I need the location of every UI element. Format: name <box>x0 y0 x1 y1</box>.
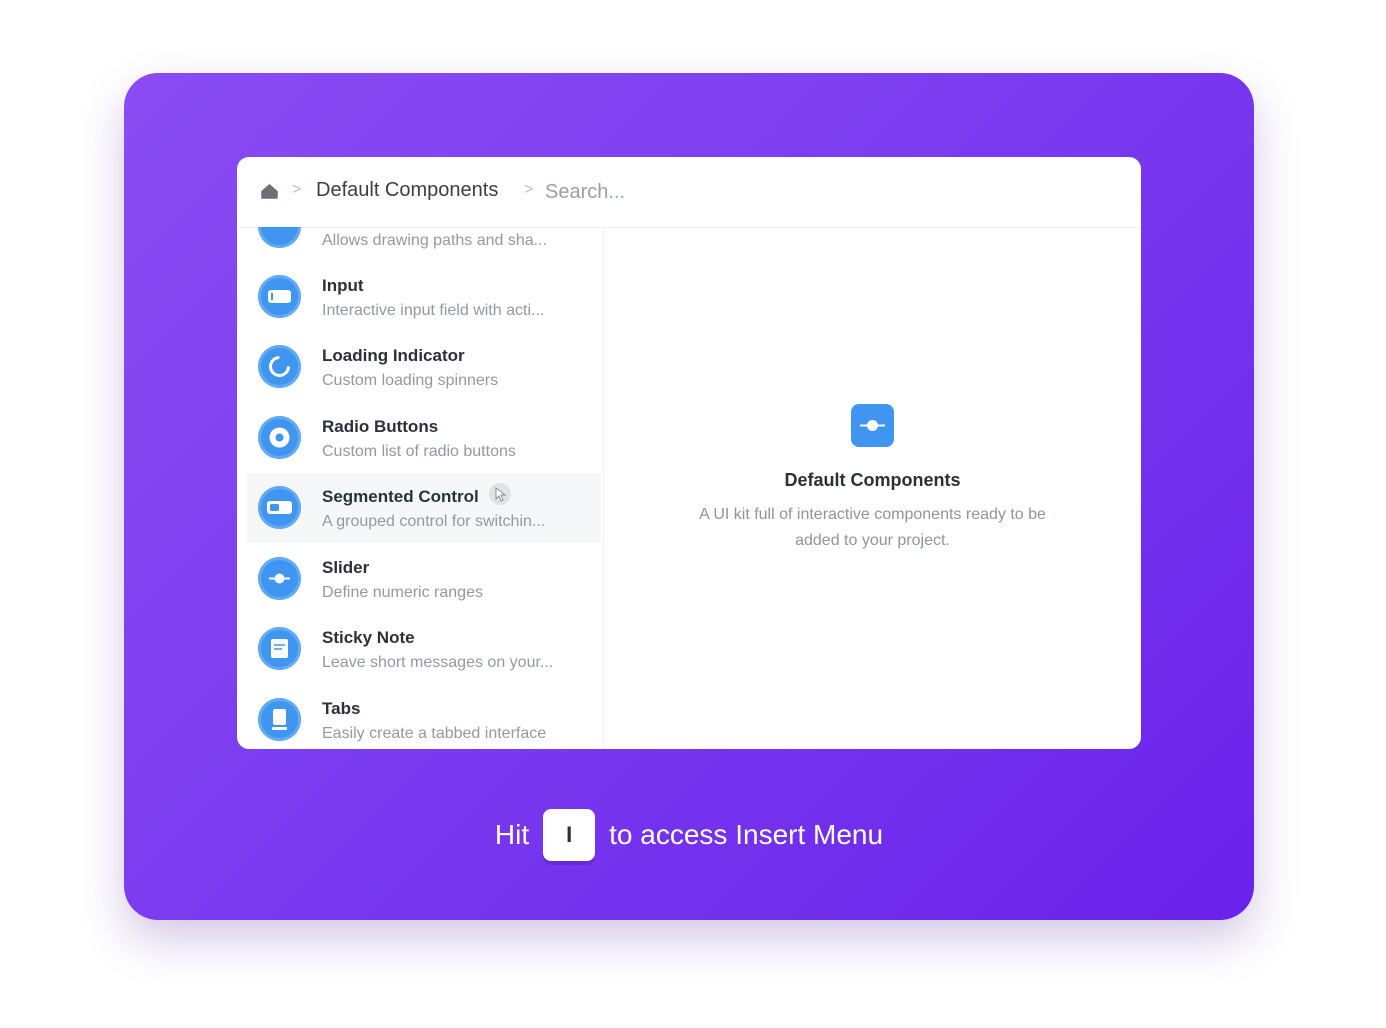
item-name: Sticky Note <box>322 628 415 647</box>
shortcut-hint: Hit I to access Insert Menu <box>124 807 1254 863</box>
item-description: Custom list of radio buttons <box>322 443 516 460</box>
tabs-icon <box>258 698 301 741</box>
hint-suffix: to access Insert Menu <box>609 819 884 850</box>
item-name: Segmented Control <box>322 487 479 506</box>
item-description: Interactive input field with acti... <box>322 302 545 319</box>
list-item[interactable]: Slider Define numeric ranges <box>247 544 601 614</box>
home-icon[interactable] <box>261 184 278 199</box>
spinner-icon <box>258 345 301 388</box>
segmented-control-icon <box>258 486 301 529</box>
detail-pane: Default Components A UI kit full of inte… <box>604 227 1141 749</box>
list-item[interactable]: Segmented Control A grouped control for … <box>247 473 601 543</box>
item-description: Allows drawing paths and sha... <box>322 232 548 249</box>
slider-icon <box>851 404 894 447</box>
item-name: Radio Buttons <box>322 417 439 436</box>
item-description: A grouped control for switchin... <box>322 513 546 530</box>
list-item[interactable]: Allows drawing paths and sha... <box>247 227 601 262</box>
radio-icon <box>258 416 301 459</box>
hand-cursor-icon <box>489 483 511 505</box>
list-item[interactable]: Radio Buttons Custom list of radio butto… <box>247 403 601 473</box>
list-item[interactable]: Tabs Easily create a tabbed interface <box>247 685 601 749</box>
insert-menu-window: > Default Components > Allows drawing pa… <box>237 157 1141 749</box>
detail-title: Default Components <box>784 470 961 490</box>
breadcrumb-title[interactable]: Default Components <box>316 179 498 202</box>
list-item[interactable]: Sticky Note Leave short messages on your… <box>247 614 601 684</box>
sticky-note-icon <box>258 627 301 670</box>
item-name: Input <box>322 276 364 295</box>
item-description: Custom loading spinners <box>322 372 499 389</box>
item-description: Define numeric ranges <box>322 584 483 601</box>
hint-prefix: Hit <box>494 819 530 850</box>
detail-description: A UI kit full of interactive components … <box>699 506 1046 549</box>
list-item[interactable]: Input Interactive input field with acti.… <box>247 262 601 332</box>
chevron-right-icon: > <box>292 181 302 198</box>
item-name: Slider <box>322 558 370 577</box>
list-item[interactable]: Loading Indicator Custom loading spinner… <box>247 332 601 402</box>
pen-icon <box>258 227 301 248</box>
keyboard-key: I <box>543 809 596 861</box>
item-description: Leave short messages on your... <box>322 654 554 671</box>
item-name: Loading Indicator <box>322 346 465 365</box>
search-input[interactable] <box>545 177 845 207</box>
item-description: Easily create a tabbed interface <box>322 725 547 742</box>
promo-card: > Default Components > Allows drawing pa… <box>124 73 1254 920</box>
input-icon <box>258 275 301 318</box>
slider-icon <box>258 557 301 600</box>
breadcrumb: > Default Components > <box>237 157 1141 228</box>
chevron-right-icon: > <box>524 181 534 198</box>
component-list: Allows drawing paths and sha... Input In… <box>237 227 604 749</box>
item-name: Tabs <box>322 699 361 718</box>
